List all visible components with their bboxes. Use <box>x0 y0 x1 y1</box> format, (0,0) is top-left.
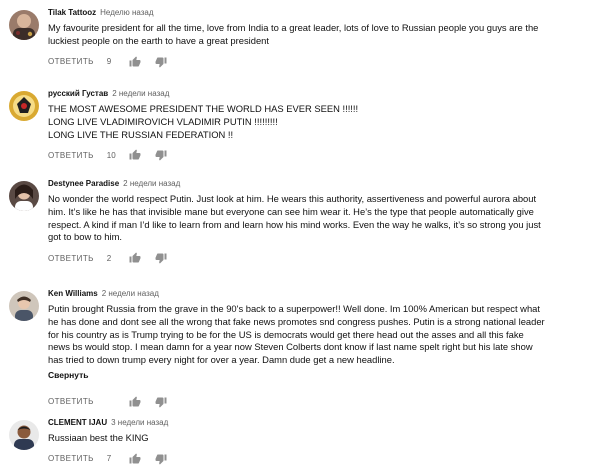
comment-header: Tilak Tattooz Неделю назад <box>48 8 596 18</box>
reply-button[interactable]: ОТВЕТИТЬ <box>48 57 94 66</box>
avatar[interactable] <box>9 10 39 40</box>
thumbs-down-icon[interactable] <box>155 453 167 465</box>
comment-text-line: THE MOST AWESOME PRESIDENT THE WORLD HAS… <box>48 103 359 114</box>
comment-header: CLEMENT IJAU 3 недели назад <box>48 418 596 428</box>
comment-text: Russiaan best the KING <box>48 432 596 445</box>
author-name[interactable]: Ken Williams <box>48 289 98 298</box>
comment-actions: ОТВЕТИТЬ <box>48 395 596 409</box>
comment-timestamp[interactable]: 3 недели назад <box>111 418 168 427</box>
thumbs-down-icon[interactable] <box>155 252 167 264</box>
comment-actions: ОТВЕТИТЬ 2 <box>48 251 596 265</box>
thumbs-up-icon[interactable] <box>129 453 141 465</box>
avatar[interactable] <box>9 181 39 211</box>
comment-body: Tilak Tattooz Неделю назад My favourite pr… <box>48 8 596 69</box>
reply-button[interactable]: ОТВЕТИТЬ <box>48 254 94 263</box>
reply-button[interactable]: ОТВЕТИТЬ <box>48 454 94 463</box>
collapse-link[interactable]: Свернуть <box>48 370 596 380</box>
like-count: 9 <box>106 57 112 67</box>
comment-header: Destynee Paradise 2 недели назад <box>48 179 596 189</box>
comment-text: No wonder the world respect Putin. Just … <box>48 193 596 244</box>
comment-body: Destynee Paradise 2 недели назад No wonder… <box>48 179 596 265</box>
comment-text-line: has tried to down trump every night for … <box>48 354 395 366</box>
comment-timestamp[interactable]: Неделю назад <box>100 8 153 17</box>
author-name[interactable]: Tilak Tattooz <box>48 8 96 17</box>
thumbs-up-icon[interactable] <box>129 252 141 264</box>
comment-header: Ken Williams 2 недели назад <box>48 289 596 299</box>
reply-button[interactable]: ОТВЕТИТЬ <box>48 397 94 406</box>
avatar[interactable] <box>9 420 39 450</box>
comment-actions: ОТВЕТИТЬ 9 <box>48 55 596 69</box>
comment-text-line: Putin brought Russia from the grave in t… <box>48 303 540 314</box>
comment-text: THE MOST AWESOME PRESIDENT THE WORLD HAS… <box>48 103 596 141</box>
author-name[interactable]: Destynee Paradise <box>48 179 119 188</box>
comment-text-line: for his country as is Trump trying to be… <box>48 328 524 340</box>
comment-text-line: he has done and dont see all the wrong t… <box>48 315 545 327</box>
comment-body: русский Густав 2 недели назад THE MOST AWE… <box>48 89 596 162</box>
comment-text-line: My favourite president for all the time,… <box>48 22 539 33</box>
thumbs-down-icon[interactable] <box>155 56 167 68</box>
thumbs-up-icon[interactable] <box>129 56 141 68</box>
comment-text-line: Russiaan best the KING <box>48 432 149 443</box>
thumbs-up-icon[interactable] <box>129 396 141 408</box>
comment-text-line: luckiest people on the earth to have a g… <box>48 34 269 46</box>
comment-timestamp[interactable]: 2 недели назад <box>102 289 159 298</box>
thumbs-down-icon[interactable] <box>155 149 167 161</box>
author-name[interactable]: русский Густав <box>48 89 108 98</box>
comment-body: CLEMENT IJAU 3 недели назад Russiaan best … <box>48 418 596 466</box>
comment-text: My favourite president for all the time,… <box>48 22 596 48</box>
comment-actions: ОТВЕТИТЬ 10 <box>48 148 596 162</box>
comment-text-line: news bs would stop. I mean damn for a ye… <box>48 341 533 353</box>
comment-header: русский Густав 2 недели назад <box>48 89 596 99</box>
comment-text-line: LONG LIVE VLADIMIROVICH VLADIMIR PUTIN !… <box>48 115 278 127</box>
like-count: 10 <box>106 150 116 160</box>
comment-text-line: LONG LIVE THE RUSSIAN FEDERATION !! <box>48 128 234 140</box>
comment-text-line: No wonder the world respect Putin. Just … <box>48 193 537 204</box>
comment-timestamp[interactable]: 2 недели назад <box>123 179 180 188</box>
comment-body: Ken Williams 2 недели назад Putin brought … <box>48 289 596 409</box>
thumbs-down-icon[interactable] <box>155 396 167 408</box>
comment-text-line: got to bow to him. <box>48 231 122 243</box>
reply-button[interactable]: ОТВЕТИТЬ <box>48 151 94 160</box>
avatar[interactable] <box>9 291 39 321</box>
like-count: 2 <box>106 253 112 263</box>
avatar[interactable] <box>9 91 39 121</box>
comment-text-line: respect. A kind if man I’d like to learn… <box>48 218 541 230</box>
comment-text: Putin brought Russia from the grave in t… <box>48 303 596 367</box>
author-name[interactable]: CLEMENT IJAU <box>48 418 107 427</box>
like-count: 7 <box>106 454 112 464</box>
comment-text-line: him. It’s like he has that invisible man… <box>48 205 534 217</box>
comment-actions: ОТВЕТИТЬ 7 <box>48 452 596 466</box>
comment-timestamp[interactable]: 2 недели назад <box>112 89 169 98</box>
thumbs-up-icon[interactable] <box>129 149 141 161</box>
